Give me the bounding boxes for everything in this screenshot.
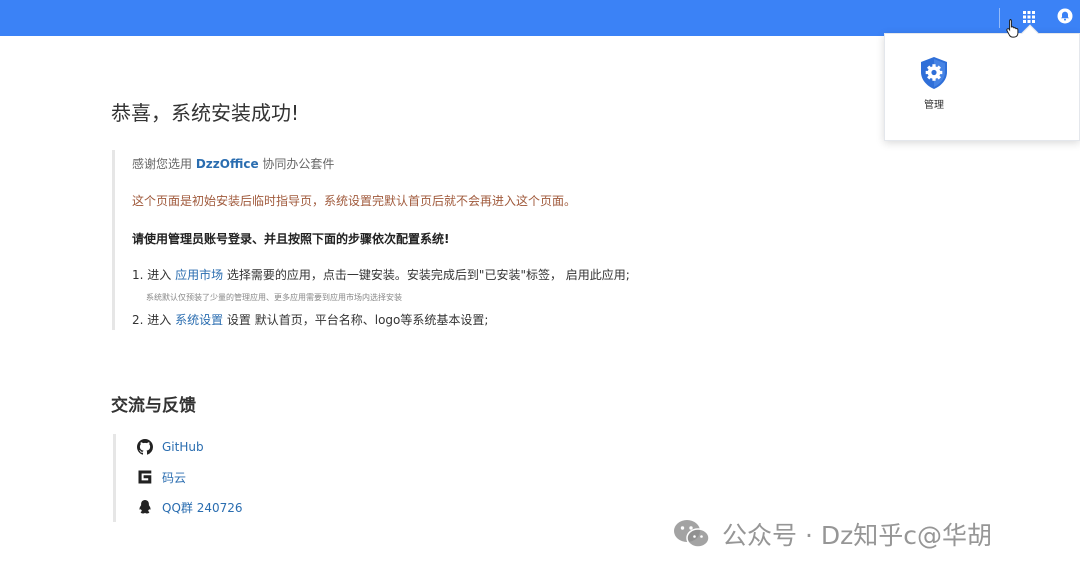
step-2-suffix: 设置 默认首页，平台名称、logo等系统基本设置; [223,313,489,327]
install-notice: 感谢您选用 DzzOffice 协同办公套件 这个页面是初始安装后临时指导页，系… [112,150,672,330]
qq-icon [136,498,154,516]
notification-button[interactable] [1055,6,1075,26]
gitee-link[interactable]: 码云 [136,467,186,487]
app-tile-admin[interactable]: 管理 [911,56,957,116]
page-title: 恭喜，系统安装成功! [111,101,300,125]
top-navbar [0,0,1080,36]
github-icon [136,438,154,456]
step-1-suffix: 选择需要的应用，点击一键安装。安装完成后到"已安装"标签， 启用此应用; [223,268,630,282]
wechat-watermark: 公众号 · Dz知乎c@华胡 [672,516,992,552]
qq-group-link-label: QQ群 240726 [162,500,243,515]
admin-login-instruction: 请使用管理员账号登录、并且按照下面的步骤依次配置系统! [132,232,450,246]
github-link[interactable]: GitHub [136,437,204,457]
admin-gear-shield-icon [921,57,947,89]
thanks-line: 感谢您选用 DzzOffice 协同办公套件 [132,155,334,172]
thanks-suffix: 协同办公套件 [258,157,335,171]
step-2: 2. 进入 系统设置 设置 默认首页，平台名称、logo等系统基本设置; [132,311,488,328]
step-2-prefix: 2. 进入 [132,313,176,327]
gitee-icon [136,468,154,486]
app-tile-admin-label: 管理 [924,100,944,111]
brand-name: DzzOffice [195,157,259,171]
watermark-text: 公众号 · Dz知乎c@华胡 [722,521,992,550]
app-market-link[interactable]: 应用市场 [175,268,223,282]
step-1: 1. 进入 应用市场 选择需要的应用，点击一键安装。安装完成后到"已安装"标签，… [132,266,630,283]
feedback-title: 交流与反馈 [111,396,196,416]
thanks-prefix: 感谢您选用 [132,157,196,171]
qq-group-link[interactable]: QQ群 240726 [136,497,243,517]
step-1-prefix: 1. 进入 [132,268,176,282]
gitee-link-label: 码云 [162,470,187,485]
feedback-links: GitHub 码云 QQ群 240726 [113,434,413,522]
notification-bell-icon [1057,8,1073,24]
navbar-divider [999,8,1000,28]
github-link-label: GitHub [162,440,204,454]
apps-dropdown: 管理 [884,24,1080,141]
apps-grid-icon [1023,11,1035,23]
wechat-icon [674,520,710,548]
step-1-note: 系统默认仅预装了少量的管理应用、更多应用需要到应用市场内选择安装 [146,293,402,302]
system-settings-link[interactable]: 系统设置 [175,313,223,327]
temporary-page-warning: 这个页面是初始安装后临时指导页，系统设置完默认首页后就不会再进入这个页面。 [132,194,577,208]
